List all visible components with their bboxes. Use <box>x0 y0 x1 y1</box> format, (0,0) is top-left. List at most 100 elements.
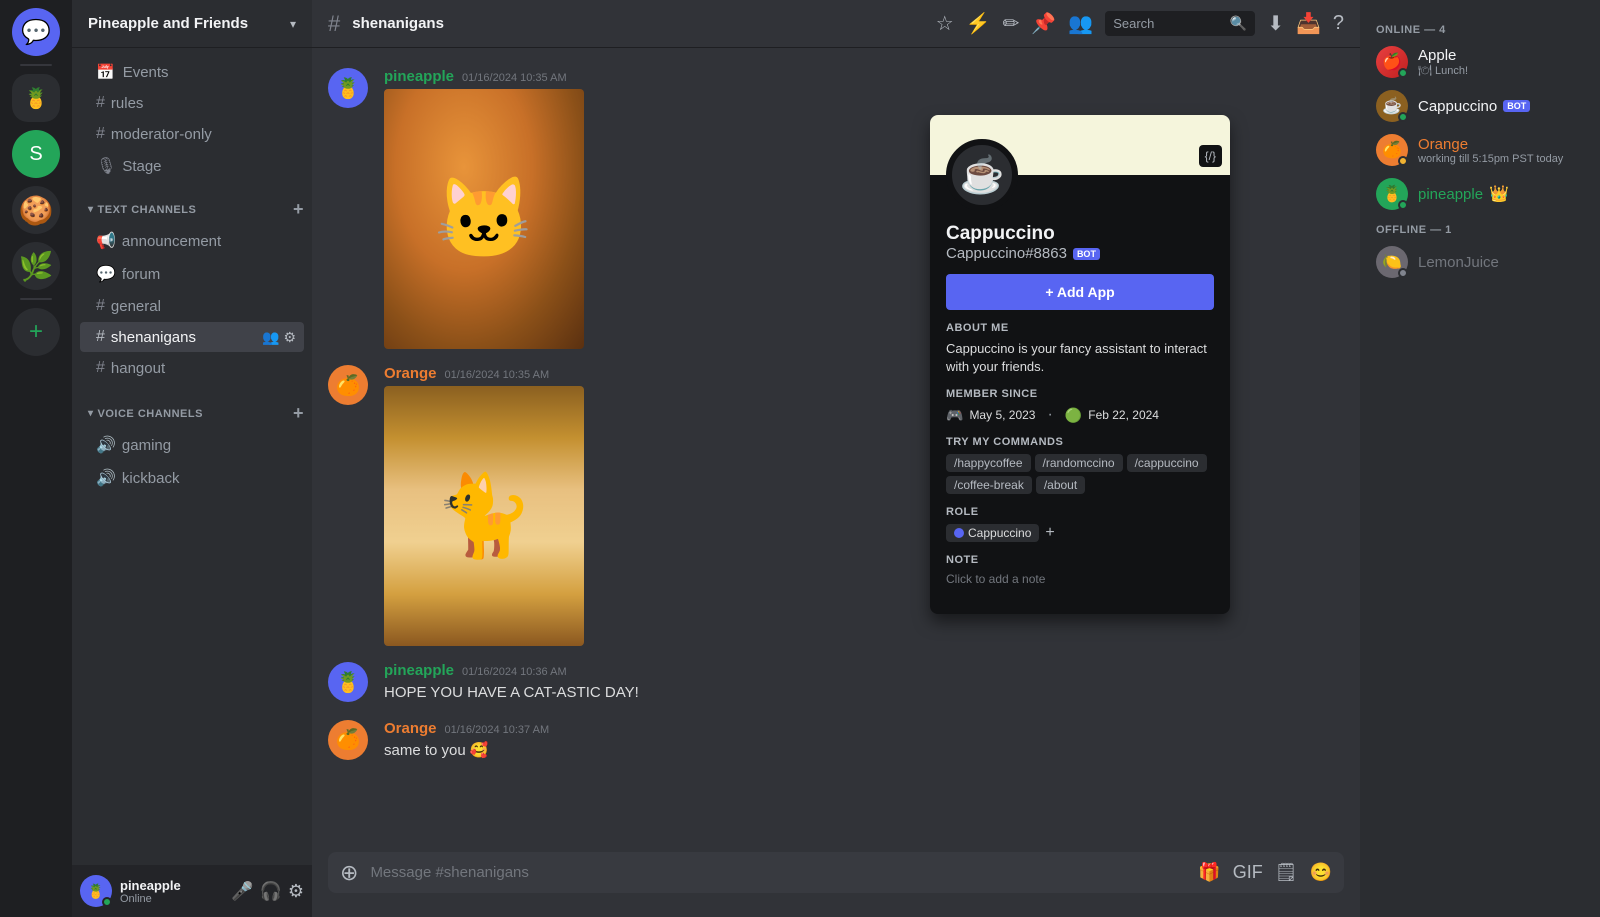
discord-join-date-text: May 5, 2023 <box>969 408 1035 422</box>
inbox-icon[interactable]: 📥 <box>1296 11 1321 36</box>
attach-button[interactable]: ⊕ <box>340 860 358 886</box>
mute-button[interactable]: 🎤 <box>231 881 253 902</box>
sticker-icon[interactable]: 🗒 <box>1275 862 1298 883</box>
message-author[interactable]: Orange <box>384 365 437 382</box>
channel-name: shenanigans <box>111 329 256 346</box>
help-icon[interactable]: ? <box>1333 12 1344 35</box>
message-author[interactable]: pineapple <box>384 662 454 679</box>
download-icon[interactable]: ⬇ <box>1267 11 1284 36</box>
profile-avatar-container: ☕ <box>946 139 1018 211</box>
server-icon-pineapple[interactable]: 🍍 <box>12 74 60 122</box>
member-name: LemonJuice <box>1418 254 1499 271</box>
hash-icon: # <box>96 94 105 112</box>
emoji-icon[interactable]: 😊 <box>1310 862 1332 883</box>
channel-item-moderator-only[interactable]: # moderator-only <box>80 119 304 149</box>
server-icon-s[interactable]: S <box>12 130 60 178</box>
speaker-icon: 🔊 <box>96 468 116 488</box>
add-text-channel-button[interactable]: + <box>293 199 304 220</box>
profile-bot-badge: BOT <box>1073 248 1100 260</box>
channel-item-rules[interactable]: # rules <box>80 88 304 118</box>
member-avatar: 🍋 <box>1376 246 1408 278</box>
offline-status-dot <box>1398 268 1408 278</box>
channel-item-general[interactable]: # general <box>80 291 304 321</box>
idle-status-dot <box>1398 156 1408 166</box>
online-status-dot <box>1398 200 1408 210</box>
member-item-lemonjuice[interactable]: 🍋 LemonJuice <box>1368 240 1592 284</box>
events-icon: 📅 <box>96 63 115 81</box>
message-group-4: 🍊 Orange 01/16/2024 10:37 AM same to you… <box>312 716 1360 766</box>
online-section-header: ONLINE — 4 <box>1368 16 1592 40</box>
discord-home-icon[interactable]: 💬 <box>12 8 60 56</box>
command-coffee-break[interactable]: /coffee-break <box>946 476 1032 494</box>
server-icon-cookie[interactable]: 🍪 <box>12 186 60 234</box>
discord-icon: 🎮 <box>946 407 963 424</box>
channel-item-kickback[interactable]: 🔊 kickback <box>80 462 304 494</box>
sidebar-item-events[interactable]: 📅 Events <box>80 57 304 87</box>
member-item-pineapple[interactable]: 🍍 pineapple 👑 <box>1368 172 1592 216</box>
member-item-cappuccino[interactable]: ☕ Cappuccino BOT <box>1368 84 1592 128</box>
edit-icon[interactable]: ✏ <box>1003 11 1020 36</box>
channel-name: gaming <box>122 437 296 454</box>
voice-channels-header[interactable]: ▾ VOICE CHANNELS + <box>72 387 312 428</box>
channel-header: # shenanigans ☆ ⚡ ✏ 📌 👥 Search 🔍 ⬇ 📥 ? <box>312 0 1360 48</box>
search-box[interactable]: Search 🔍 <box>1105 11 1255 36</box>
gif-icon[interactable]: GIF <box>1233 862 1263 883</box>
user-avatar[interactable]: 🍍 <box>80 875 112 907</box>
pin-icon[interactable]: 📌 <box>1031 11 1056 36</box>
add-server-button[interactable]: + <box>12 308 60 356</box>
message-author[interactable]: Orange <box>384 720 437 737</box>
role-label: ROLE <box>946 506 1214 518</box>
server-header[interactable]: Pineapple and Friends ▾ <box>72 0 312 48</box>
user-settings-button[interactable]: ⚙ <box>288 881 304 902</box>
command-happycoffee[interactable]: /happycoffee <box>946 454 1031 472</box>
command-cappuccino[interactable]: /cappuccino <box>1127 454 1207 472</box>
channel-name: rules <box>111 95 296 112</box>
channel-header-name: shenanigans <box>352 15 444 32</box>
deafen-button[interactable]: 🎧 <box>259 881 281 902</box>
discord-join-date: 🎮 May 5, 2023 <box>946 406 1035 424</box>
message-input[interactable] <box>370 852 1186 893</box>
member-item-orange[interactable]: 🍊 Orange working till 5:15pm PST today <box>1368 128 1592 172</box>
manage-members-icon[interactable]: 👥 <box>262 329 279 346</box>
profile-popup: ☕ {/} Cappuccino Cappuccino#8863 BOT + A… <box>930 115 1230 614</box>
text-channels-header[interactable]: ▾ TEXT CHANNELS + <box>72 183 312 224</box>
user-info: pineapple Online <box>120 878 223 905</box>
message-input-area: ⊕ 🎁 GIF 🗒 😊 <box>312 852 1360 917</box>
channel-name: kickback <box>122 470 296 487</box>
collapse-arrow-icon: ▾ <box>88 204 94 215</box>
avatar[interactable]: 🍊 <box>328 365 368 405</box>
channel-item-gaming[interactable]: 🔊 gaming <box>80 429 304 461</box>
channel-item-hangout[interactable]: # hangout <box>80 353 304 383</box>
member-list-icon[interactable]: 👥 <box>1068 11 1093 36</box>
message-input-wrapper: ⊕ 🎁 GIF 🗒 😊 <box>328 852 1344 893</box>
note-input[interactable]: Click to add a note <box>946 572 1214 586</box>
command-randomccino[interactable]: /randomccino <box>1035 454 1123 472</box>
member-name: Apple <box>1418 47 1468 64</box>
star-icon[interactable]: ☆ <box>936 11 954 36</box>
add-role-button[interactable]: + <box>1045 524 1054 542</box>
code-icon[interactable]: {/} <box>1199 145 1222 167</box>
commands-list: /happycoffee /randomccino /cappuccino /c… <box>946 454 1214 494</box>
settings-icon[interactable]: ⚙ <box>283 329 296 346</box>
add-voice-channel-button[interactable]: + <box>293 403 304 424</box>
member-item-apple[interactable]: 🍎 Apple 🍽 Lunch! <box>1368 40 1592 84</box>
add-app-button[interactable]: + Add App <box>946 274 1214 310</box>
channel-item-forum[interactable]: 💬 forum <box>80 258 304 290</box>
channel-item-shenanigans[interactable]: # shenanigans 👥 ⚙ <box>80 322 304 352</box>
channel-item-announcement[interactable]: 📢 announcement <box>80 225 304 257</box>
member-since-section: MEMBER SINCE 🎮 May 5, 2023 · 🟢 Feb 22, 2… <box>946 388 1214 424</box>
gift-icon[interactable]: 🎁 <box>1198 862 1220 883</box>
channel-item-stage[interactable]: 🎙 Stage <box>80 150 304 182</box>
about-me-text: Cappuccino is your fancy assistant to in… <box>946 340 1214 376</box>
avatar[interactable]: 🍍 <box>328 68 368 108</box>
message-author[interactable]: pineapple <box>384 68 454 85</box>
avatar[interactable]: 🍊 <box>328 720 368 760</box>
threads-icon[interactable]: ⚡ <box>966 11 991 36</box>
server-icon-lime[interactable]: 🌿 <box>12 242 60 290</box>
member-name: Orange <box>1418 136 1563 153</box>
command-about[interactable]: /about <box>1036 476 1085 494</box>
message-text: HOPE YOU HAVE A CAT-ASTIC DAY! <box>384 683 1344 704</box>
profile-name: Cappuccino <box>946 223 1214 245</box>
speaker-icon: 🔊 <box>96 435 116 455</box>
avatar[interactable]: 🍍 <box>328 662 368 702</box>
